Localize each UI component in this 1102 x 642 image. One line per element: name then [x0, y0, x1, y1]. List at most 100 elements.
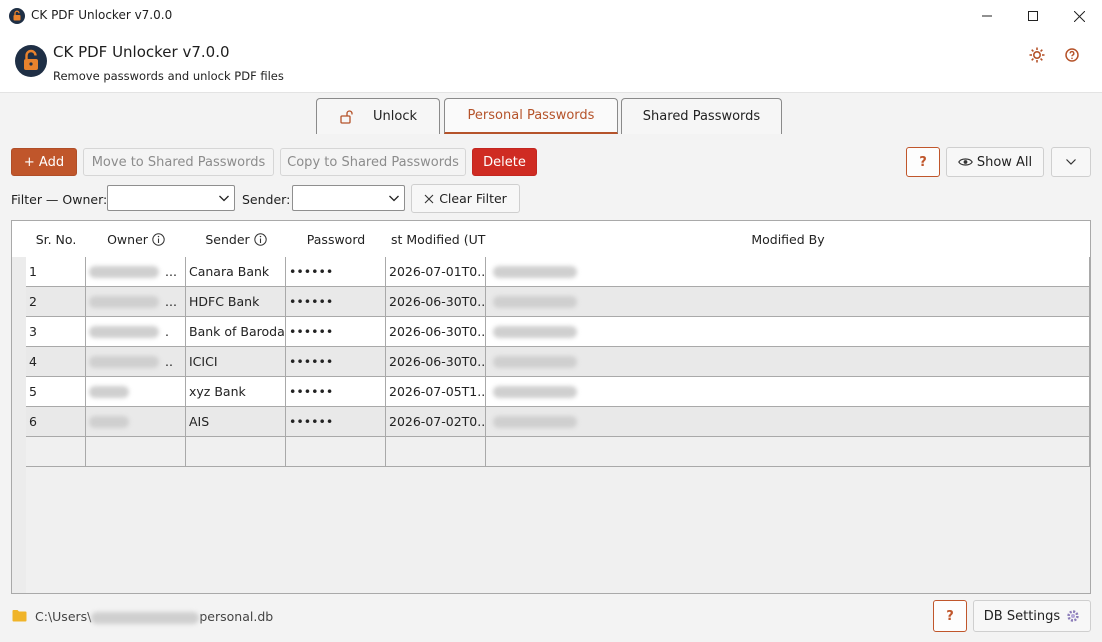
table-cell[interactable]	[486, 437, 1090, 467]
column-header-owner[interactable]: Owner	[86, 221, 186, 257]
modified-by-cell[interactable]	[486, 407, 1090, 437]
chevron-down-icon	[389, 195, 399, 202]
modified-by-cell[interactable]	[486, 347, 1090, 377]
password-cell[interactable]: ••••••	[286, 287, 386, 317]
password-cell[interactable]: ••••••	[286, 317, 386, 347]
help-button[interactable]	[1063, 46, 1081, 64]
last-modified-cell[interactable]: 2026-07-02T0...	[386, 407, 486, 437]
row-header-column	[12, 257, 26, 593]
close-button[interactable]	[1056, 0, 1102, 32]
sender-cell[interactable]: xyz Bank	[186, 377, 286, 407]
redacted-username	[91, 611, 200, 624]
footer-help-button[interactable]: ?	[933, 600, 967, 632]
owner-cell[interactable]	[86, 377, 186, 407]
more-options-button[interactable]	[1051, 147, 1091, 177]
theme-toggle-button[interactable]	[1028, 46, 1046, 64]
table-cell[interactable]	[286, 437, 386, 467]
sr-no-cell[interactable]: 4	[26, 347, 86, 377]
table-new-row[interactable]	[26, 437, 1090, 467]
column-header-sender[interactable]: Sender	[186, 221, 286, 257]
last-modified-cell[interactable]: 2026-07-01T0...	[386, 257, 486, 287]
info-icon[interactable]	[152, 232, 165, 246]
table-cell[interactable]	[386, 437, 486, 467]
sr-no-cell[interactable]: 2	[26, 287, 86, 317]
last-modified-cell[interactable]: 2026-06-30T0...	[386, 287, 486, 317]
table-cell[interactable]	[86, 437, 186, 467]
info-icon[interactable]	[253, 232, 267, 246]
owner-cell[interactable]	[86, 407, 186, 437]
clear-filter-button[interactable]: Clear Filter	[411, 184, 520, 213]
sender-value: AIS	[189, 414, 210, 429]
modified-by-cell[interactable]	[486, 287, 1090, 317]
sender-cell[interactable]: HDFC Bank	[186, 287, 286, 317]
close-icon	[424, 194, 434, 203]
table-row[interactable]: 3. Bank of Baroda •••••• 2026-06-30T0...	[26, 317, 1090, 347]
modified-by-cell[interactable]	[486, 257, 1090, 287]
last-modified-cell[interactable]: 2026-07-05T1...	[386, 377, 486, 407]
last-modified-cell[interactable]: 2026-06-30T0...	[386, 347, 486, 377]
sr-no-cell[interactable]: 3	[26, 317, 86, 347]
copy-to-shared-button[interactable]: Copy to Shared Passwords	[280, 148, 466, 176]
show-all-button[interactable]: Show All	[946, 147, 1044, 177]
sr-no-value: 6	[29, 414, 37, 429]
maximize-button[interactable]	[1010, 0, 1056, 32]
delete-button[interactable]: Delete	[472, 148, 537, 176]
sender-cell[interactable]: Canara Bank	[186, 257, 286, 287]
last-modified-cell[interactable]: 2026-06-30T0...	[386, 317, 486, 347]
owner-cell[interactable]: ..	[86, 347, 186, 377]
toolbar-help-button[interactable]: ?	[906, 147, 940, 177]
column-header-label: Owner	[107, 231, 148, 247]
password-value: ••••••	[289, 354, 334, 369]
tab-personal-passwords[interactable]: Personal Passwords	[444, 98, 618, 134]
sr-no-value: 3	[29, 324, 37, 339]
toolbar-help-label: ?	[919, 154, 927, 170]
app-lock-icon	[9, 8, 25, 24]
db-settings-button[interactable]: DB Settings	[973, 600, 1091, 632]
minimize-button[interactable]	[964, 0, 1010, 32]
column-header-modified-by[interactable]: Modified By	[486, 221, 1090, 257]
owner-truncation: ...	[165, 294, 177, 309]
table-cell[interactable]	[26, 437, 86, 467]
table-cell[interactable]	[186, 437, 286, 467]
owner-cell[interactable]: ...	[86, 287, 186, 317]
tab-shared-passwords[interactable]: Shared Passwords	[621, 98, 782, 134]
eye-icon	[957, 158, 973, 166]
add-button[interactable]: + Add	[11, 148, 77, 176]
sender-cell[interactable]: Bank of Baroda	[186, 317, 286, 347]
sender-cell[interactable]: AIS	[186, 407, 286, 437]
sr-no-cell[interactable]: 1	[26, 257, 86, 287]
sr-no-value: 1	[29, 264, 37, 279]
modified-by-cell[interactable]	[486, 317, 1090, 347]
password-cell[interactable]: ••••••	[286, 257, 386, 287]
table-row[interactable]: 1... Canara Bank •••••• 2026-07-01T0...	[26, 257, 1090, 287]
owner-filter-select[interactable]	[107, 185, 235, 211]
owner-cell[interactable]: ...	[86, 257, 186, 287]
password-cell[interactable]: ••••••	[286, 377, 386, 407]
password-cell[interactable]: ••••••	[286, 347, 386, 377]
column-header-last-modified[interactable]: st Modified (UT	[386, 221, 486, 257]
sender-filter-select[interactable]	[292, 185, 405, 211]
password-value: ••••••	[289, 384, 334, 399]
table-row[interactable]: 4.. ICICI •••••• 2026-06-30T0...	[26, 347, 1090, 377]
redacted-modified-by	[493, 355, 577, 368]
sr-no-cell[interactable]: 6	[26, 407, 86, 437]
owner-cell[interactable]: .	[86, 317, 186, 347]
tab-unlock[interactable]: Unlock	[316, 98, 440, 134]
table-row[interactable]: 5 xyz Bank •••••• 2026-07-05T1...	[26, 377, 1090, 407]
table-row[interactable]: 2... HDFC Bank •••••• 2026-06-30T0...	[26, 287, 1090, 317]
table-row[interactable]: 6 AIS •••••• 2026-07-02T0...	[26, 407, 1090, 437]
sr-no-cell[interactable]: 5	[26, 377, 86, 407]
modified-by-cell[interactable]	[486, 377, 1090, 407]
sender-cell[interactable]: ICICI	[186, 347, 286, 377]
redacted-modified-by	[493, 265, 577, 278]
column-header-password[interactable]: Password	[286, 221, 386, 257]
sender-value: xyz Bank	[189, 384, 246, 399]
gear-icon	[1067, 610, 1079, 622]
close-icon	[1073, 10, 1085, 22]
password-cell[interactable]: ••••••	[286, 407, 386, 437]
column-header-sr-no[interactable]: Sr. No.	[26, 221, 86, 257]
app-header: CK PDF Unlocker v7.0.0 Remove passwords …	[0, 32, 1102, 93]
move-to-shared-button[interactable]: Move to Shared Passwords	[83, 148, 274, 176]
folder-icon	[12, 610, 27, 622]
passwords-table[interactable]: Sr. No. Owner Sender Password st Modifie…	[11, 220, 1091, 594]
